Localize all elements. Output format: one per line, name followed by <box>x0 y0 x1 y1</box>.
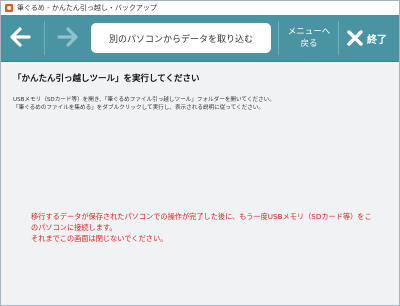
arrow-right-icon <box>57 27 78 47</box>
warning-text: のパソコンに接続します。 <box>31 223 117 232</box>
back-button[interactable] <box>9 26 31 48</box>
menu-button-label-line1: メニューへ <box>287 27 331 37</box>
warning-text: それまでこの画面は閉じないでください。 <box>31 234 168 243</box>
window-title: 筆ぐるめ - かんたん引っ越し・バックアップ <box>17 4 157 12</box>
app-logo-icon <box>5 4 13 12</box>
instruction-text: 「筆ぐるめのファイルを集める」をダブルクリックして実行し、表示される説明に従って… <box>13 105 264 111</box>
toolbar: 別のパソコンからデータを取り込む メニューへ 戻る 終了 <box>1 15 399 62</box>
toolbar-divider <box>338 21 339 55</box>
back-to-menu-button[interactable]: メニューへ 戻る <box>285 23 333 53</box>
menu-button-label-line2: 戻る <box>300 39 318 49</box>
app-window: 筆ぐるめ - かんたん引っ越し・バックアップ 別のパソコンからデータを取り込む … <box>0 0 400 306</box>
instruction-heading: 「かんたん引っ越しツール」を実行してください <box>13 74 200 84</box>
arrow-left-icon <box>10 27 31 47</box>
warning-text: 移行するデータが保存されたパソコンでの操作が完了した後に、もう一度USBメモリ（… <box>31 212 372 221</box>
exit-button-label: 終了 <box>367 34 387 46</box>
close-icon <box>347 30 363 46</box>
instruction-text: USBメモリ（SDカード等）を開き、「筆ぐるめファイル引っ越しツール」フォルダー… <box>13 97 275 103</box>
toolbar-divider <box>44 21 45 55</box>
page-title: 別のパソコンからデータを取り込む <box>91 23 271 53</box>
forward-button[interactable] <box>57 26 79 48</box>
main-content: 「かんたん引っ越しツール」を実行してください USBメモリ（SDカード等）を開き… <box>1 62 399 305</box>
exit-button[interactable]: 終了 <box>343 23 395 53</box>
toolbar-divider <box>278 21 279 55</box>
title-bar: 筆ぐるめ - かんたん引っ越し・バックアップ <box>1 1 399 15</box>
